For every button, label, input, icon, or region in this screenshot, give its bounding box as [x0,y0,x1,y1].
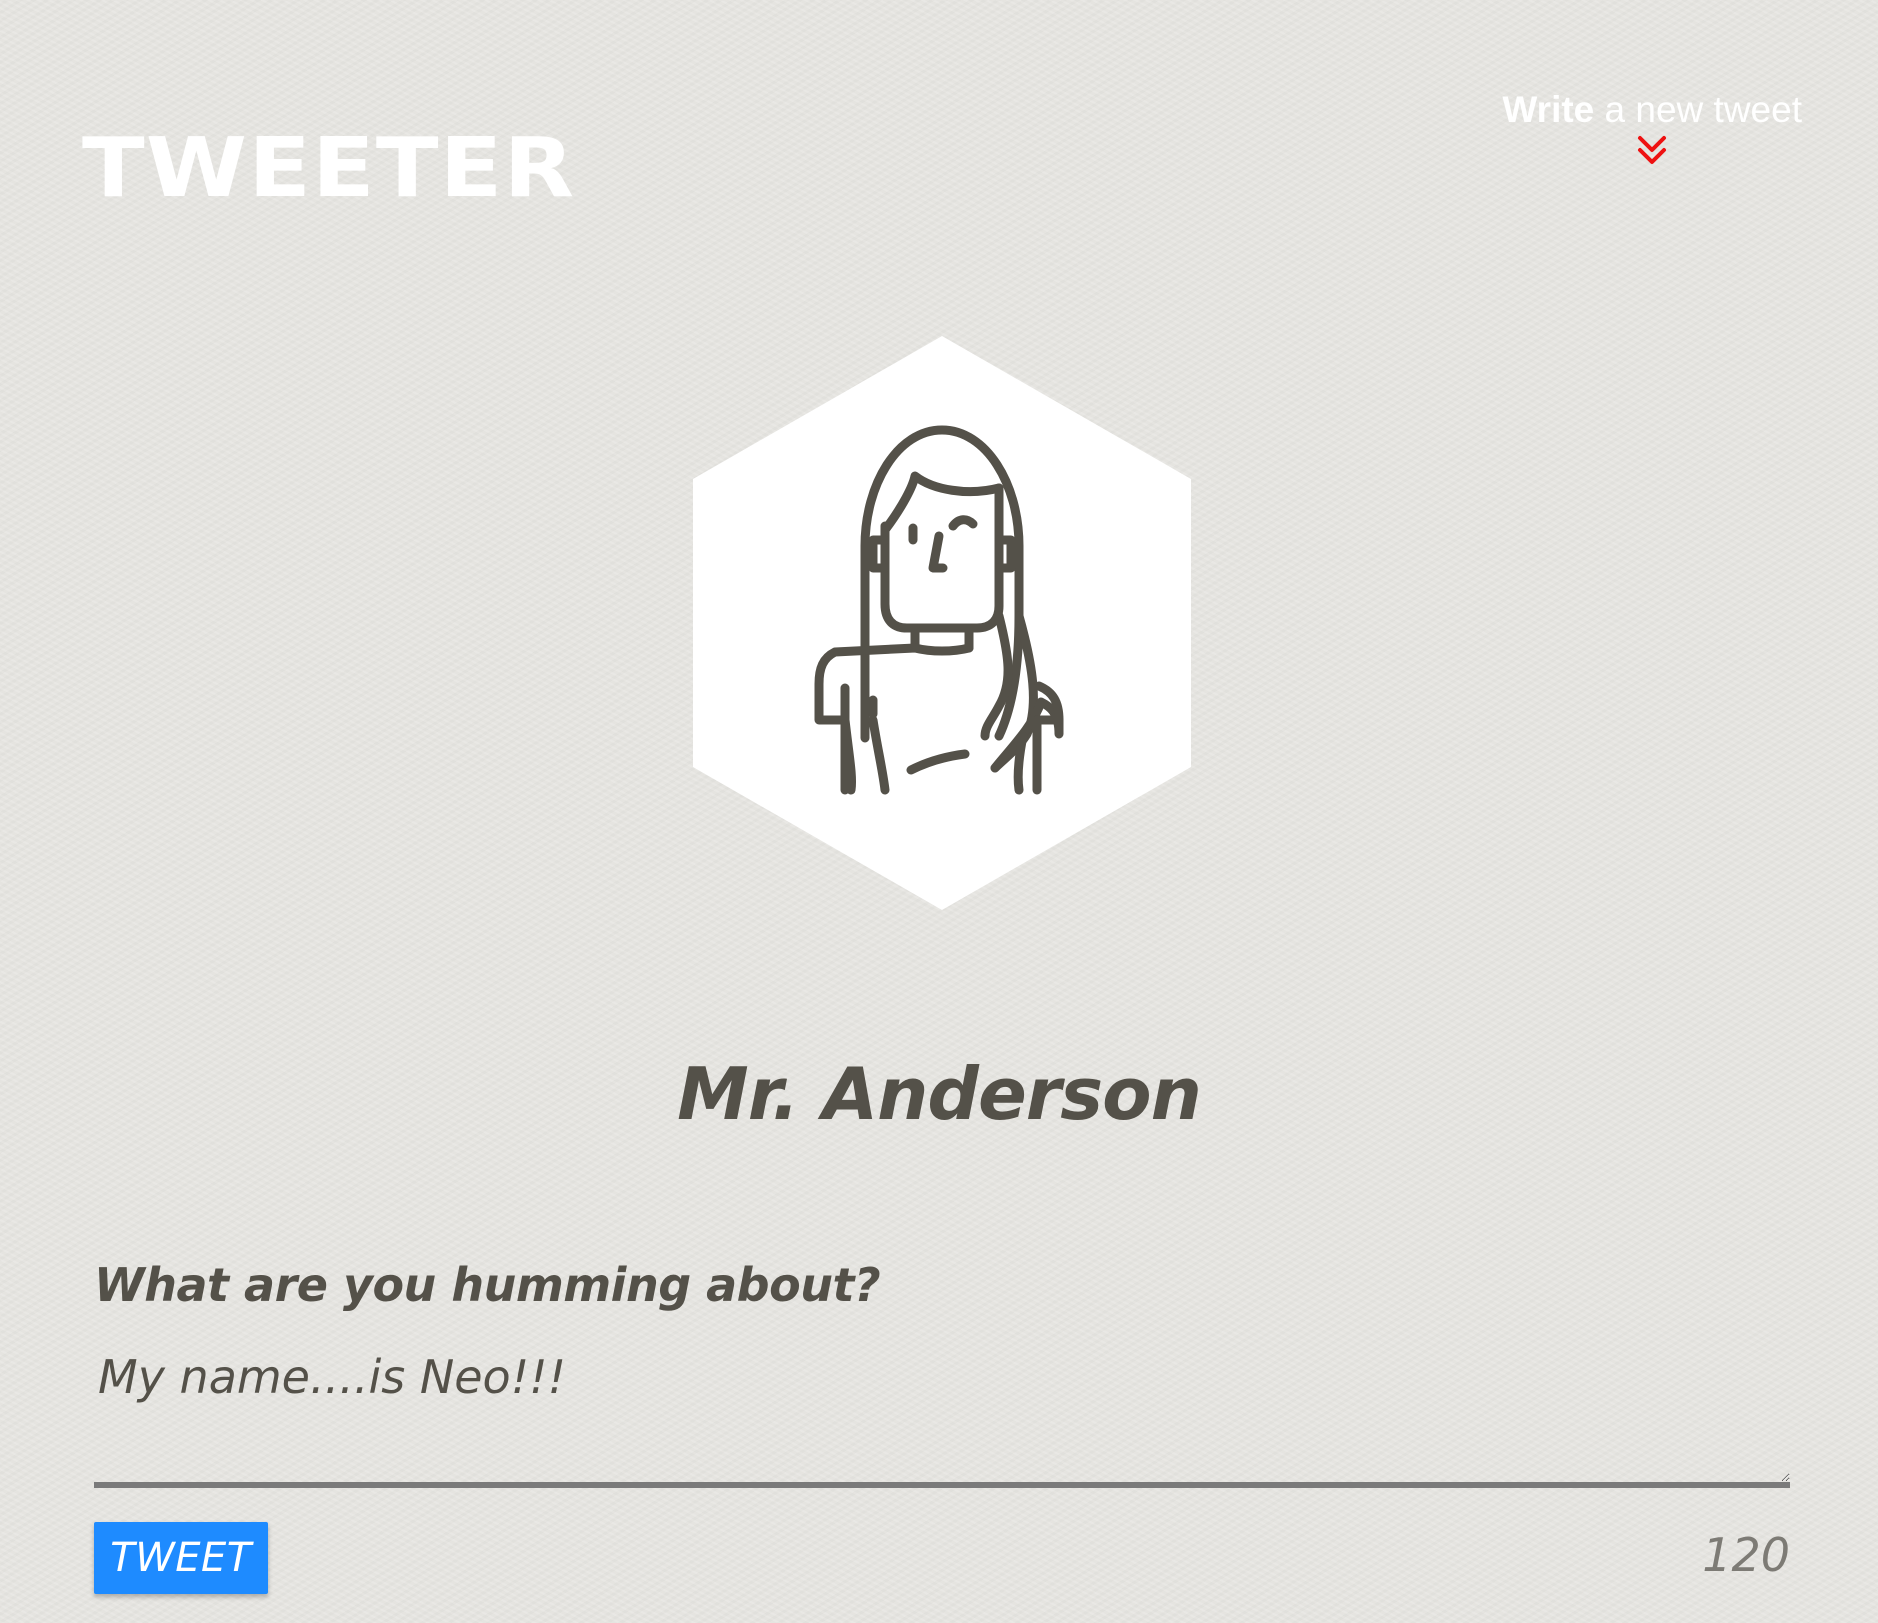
double-chevron-down-icon [1638,136,1667,164]
character-counter: 120 [1702,1528,1790,1582]
write-label-rest: a new tweet [1594,89,1802,130]
tweet-textarea[interactable]: My name....is Neo!!! [94,1340,1790,1488]
woman-avatar-icon [693,336,1191,910]
write-label-bold: Write [1502,89,1595,130]
avatar-hexagon [693,336,1191,910]
write-new-tweet-text: Write a new tweet [1502,88,1802,132]
composer-label: What are you humming about? [94,1258,881,1312]
tweet-button[interactable]: TWEET [94,1522,268,1594]
profile-name: Mr. Anderson [677,1052,1202,1136]
write-new-tweet-link[interactable]: Write a new tweet [1502,88,1802,168]
profile-avatar [693,336,1191,910]
brand-logo: TWEETER [82,121,576,216]
